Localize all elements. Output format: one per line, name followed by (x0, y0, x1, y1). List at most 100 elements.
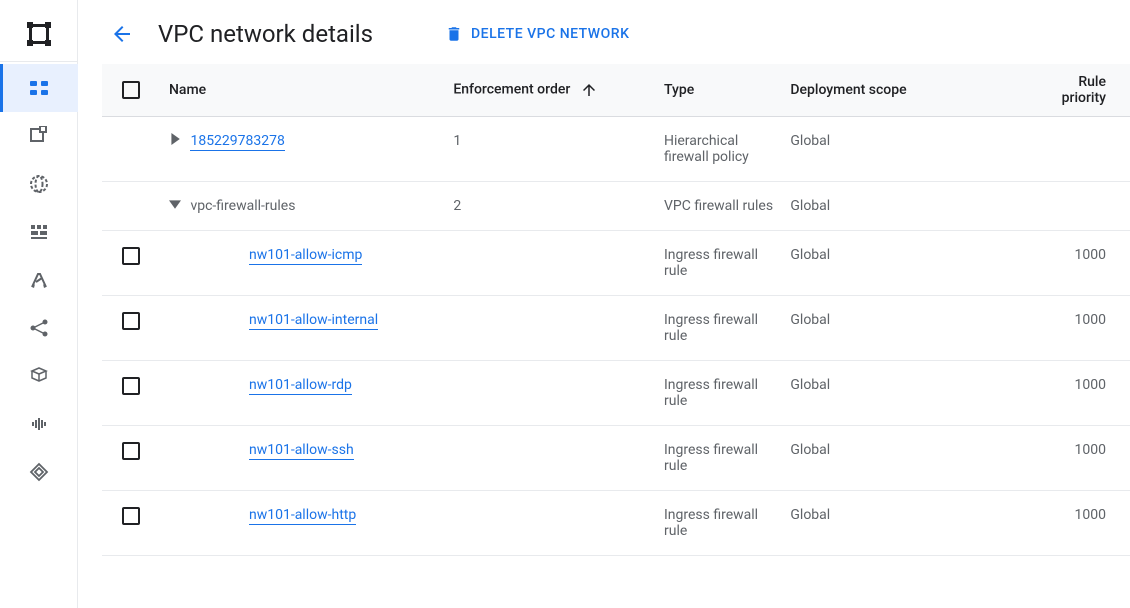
table-row: 1852297832781Hierarchical firewall polic… (102, 116, 1130, 181)
row-checkbox-cell (102, 295, 161, 360)
row-checkbox-cell (102, 425, 161, 490)
product-logo (0, 6, 78, 62)
delete-vpc-button[interactable]: Delete VPC Network (445, 25, 629, 43)
side-nav (0, 0, 78, 608)
row-scope: Global (782, 230, 1024, 295)
trash-icon (445, 25, 463, 43)
byoip-icon (29, 174, 49, 194)
delete-vpc-label: Delete VPC Network (471, 26, 629, 42)
row-type: Ingress firewall rule (656, 490, 782, 555)
row-type: VPC firewall rules (656, 181, 782, 230)
nav-vpc-networks[interactable] (0, 64, 78, 112)
table-row: vpc-firewall-rules 2VPC firewall rulesGlo… (102, 181, 1130, 230)
row-name-cell: 185229783278 (161, 116, 445, 181)
row-name: vpc-firewall-rules (190, 198, 295, 214)
nav-firewall[interactable] (0, 208, 78, 256)
row-name[interactable]: nw101-allow-ssh (249, 442, 354, 460)
vpc-networks-icon (29, 78, 49, 98)
row-scope: Global (782, 425, 1024, 490)
collapse-icon[interactable] (169, 198, 181, 210)
header-type[interactable]: Type (656, 64, 782, 116)
external-ip-icon (29, 126, 49, 146)
nav-peering[interactable] (0, 304, 78, 352)
row-enforcement: 1 (445, 116, 656, 181)
page-title: VPC network details (158, 20, 373, 48)
header-checkbox-cell (102, 64, 161, 116)
title-bar: VPC network details Delete VPC Network (102, 0, 1130, 64)
firewall-table: Name Enforcement order Type Deployment s… (102, 64, 1130, 608)
header-enforcement[interactable]: Enforcement order (445, 64, 656, 116)
row-scope: Global (782, 295, 1024, 360)
row-priority: 1000 (1025, 230, 1130, 295)
row-priority: 1000 (1025, 425, 1130, 490)
row-name-cell: nw101-allow-ssh (161, 425, 445, 490)
serverless-vpc-icon (29, 414, 49, 434)
row-scope: Global (782, 360, 1024, 425)
firewall-icon (29, 222, 49, 242)
header-name[interactable]: Name (161, 64, 445, 116)
arrow-back-icon (110, 22, 134, 46)
row-checkbox[interactable] (122, 442, 140, 460)
nav-routes[interactable] (0, 256, 78, 304)
row-type: Ingress firewall rule (656, 230, 782, 295)
row-checkbox[interactable] (122, 247, 140, 265)
table-row: nw101-allow-icmp Ingress firewall ruleGlo… (102, 230, 1130, 295)
row-name-cell: nw101-allow-internal (161, 295, 445, 360)
row-name[interactable]: nw101-allow-icmp (249, 247, 362, 265)
row-name[interactable]: 185229783278 (190, 133, 284, 151)
table-header-row: Name Enforcement order Type Deployment s… (102, 64, 1130, 116)
nav-external-ip[interactable] (0, 112, 78, 160)
row-checkbox[interactable] (122, 507, 140, 525)
row-checkbox[interactable] (122, 312, 140, 330)
select-all-checkbox[interactable] (122, 81, 140, 99)
nav-byoip[interactable] (0, 160, 78, 208)
row-enforcement (445, 360, 656, 425)
nav-shared-vpc[interactable] (0, 352, 78, 400)
row-name[interactable]: nw101-allow-http (249, 507, 356, 525)
row-enforcement (445, 295, 656, 360)
row-name-cell: nw101-allow-icmp (161, 230, 445, 295)
row-checkbox-cell (102, 230, 161, 295)
row-type: Ingress firewall rule (656, 425, 782, 490)
row-enforcement (445, 490, 656, 555)
shared-vpc-icon (29, 366, 49, 386)
row-priority (1025, 116, 1130, 181)
peering-icon (29, 318, 49, 338)
row-name-cell: vpc-firewall-rules (161, 181, 445, 230)
back-button[interactable] (102, 14, 142, 54)
main-content: VPC network details Delete VPC Network N… (78, 0, 1130, 608)
table-row: nw101-allow-rdp Ingress firewall ruleGlob… (102, 360, 1130, 425)
row-checkbox-cell (102, 360, 161, 425)
row-checkbox[interactable] (122, 377, 140, 395)
nav-packet-mirroring[interactable] (0, 448, 78, 496)
header-scope[interactable]: Deployment scope (782, 64, 1024, 116)
row-checkbox-cell (102, 181, 161, 230)
row-name[interactable]: nw101-allow-rdp (249, 377, 352, 395)
row-type: Ingress firewall rule (656, 295, 782, 360)
routes-icon (29, 270, 49, 290)
table-row: nw101-allow-internal Ingress firewall rul… (102, 295, 1130, 360)
row-scope: Global (782, 490, 1024, 555)
row-checkbox-cell (102, 116, 161, 181)
nav-serverless-vpc[interactable] (0, 400, 78, 448)
row-scope: Global (782, 181, 1024, 230)
row-checkbox-cell (102, 490, 161, 555)
sort-asc-icon (580, 81, 598, 99)
row-priority (1025, 181, 1130, 230)
row-enforcement: 2 (445, 181, 656, 230)
row-name-cell: nw101-allow-http (161, 490, 445, 555)
row-name-cell: nw101-allow-rdp (161, 360, 445, 425)
header-priority[interactable]: Rule priority (1025, 64, 1130, 116)
packet-mirroring-icon (29, 462, 49, 482)
expand-icon[interactable] (169, 133, 181, 145)
row-priority: 1000 (1025, 360, 1130, 425)
row-priority: 1000 (1025, 490, 1130, 555)
row-scope: Global (782, 116, 1024, 181)
table-row: nw101-allow-ssh Ingress firewall ruleGlob… (102, 425, 1130, 490)
row-name[interactable]: nw101-allow-internal (249, 312, 378, 330)
row-enforcement (445, 425, 656, 490)
table-row: nw101-allow-http Ingress firewall ruleGlo… (102, 490, 1130, 555)
row-enforcement (445, 230, 656, 295)
row-type: Ingress firewall rule (656, 360, 782, 425)
vpc-logo-icon (25, 20, 53, 48)
